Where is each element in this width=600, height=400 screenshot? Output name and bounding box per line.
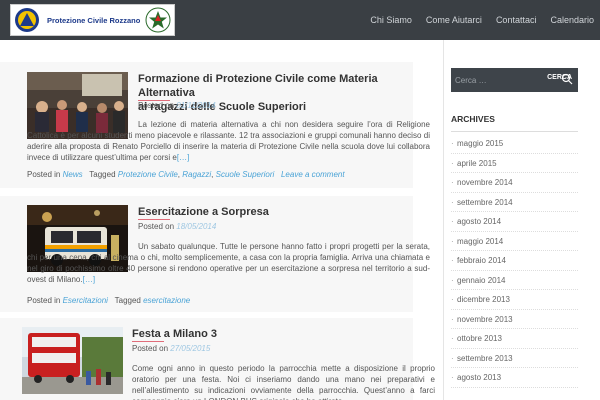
archive-link[interactable]: settembre 2013 (451, 349, 578, 368)
search-icon[interactable] (561, 73, 573, 85)
nav-calendario[interactable]: Calendario (550, 15, 594, 25)
tag-link[interactable]: Protezione Civile (118, 170, 178, 179)
post-date[interactable]: 01/11/2014 (176, 101, 215, 110)
leave-comment-link[interactable]: Leave a comment (281, 170, 345, 179)
star-emblem-icon (144, 5, 172, 35)
post-date[interactable]: 27/05/2015 (170, 344, 210, 353)
archive-link[interactable]: aprile 2015 (451, 154, 578, 173)
posted-on-label: Posted on (138, 222, 175, 231)
archives-list: maggio 2015 aprile 2015 novembre 2014 se… (451, 134, 578, 388)
category-link[interactable]: Esercitazioni (63, 296, 108, 305)
post-thumbnail-bus[interactable] (22, 327, 123, 394)
site-logo[interactable]: Protezione Civile Rozzano (10, 4, 175, 36)
post-meta: Posted in News Tagged Protezione Civile,… (27, 170, 345, 179)
site-header: Protezione Civile Rozzano Chi Siamo Come… (0, 0, 600, 40)
post-excerpt: La lezione di materia alternativa a chi … (27, 119, 430, 163)
posted-in-label: Posted in (27, 296, 61, 305)
archive-link[interactable]: settembre 2014 (451, 193, 578, 212)
posted-on-label: Posted on (132, 344, 169, 353)
title-underline (138, 219, 170, 220)
archive-link[interactable]: novembre 2014 (451, 173, 578, 193)
archive-link[interactable]: febbraio 2014 (451, 251, 578, 271)
tag-link[interactable]: esercitazione (143, 296, 190, 305)
nav-come-aiutarci[interactable]: Come Aiutarci (426, 15, 482, 25)
post-excerpt: Un sabato qualunque. Tutte le persone ha… (27, 241, 430, 285)
archives-heading: ARCHIVES (451, 114, 495, 124)
posted-in-label: Posted in (27, 170, 61, 179)
search-input[interactable] (451, 68, 551, 92)
post-meta: Posted in Esercitazioni Tagged esercitaz… (27, 296, 190, 305)
search-form: CERCA (451, 68, 578, 92)
category-link[interactable]: News (63, 170, 83, 179)
nav-contattaci[interactable]: Contattaci (496, 15, 537, 25)
post-title[interactable]: Esercitazione a Sorpresa (138, 205, 434, 219)
tagged-label: Tagged (89, 170, 116, 179)
archive-link[interactable]: ottobre 2013 (451, 329, 578, 349)
archive-link[interactable]: novembre 2013 (451, 310, 578, 329)
title-underline (132, 341, 164, 342)
tag-link[interactable]: Ragazzi (182, 170, 211, 179)
post-title[interactable]: Festa a Milano 3 (132, 327, 428, 341)
logo-text: Protezione Civile Rozzano (47, 15, 141, 25)
civil-protection-emblem-icon (11, 5, 43, 35)
read-more-link[interactable]: […] (83, 275, 95, 284)
archive-link[interactable]: gennaio 2014 (451, 271, 578, 290)
archive-link[interactable]: maggio 2015 (451, 134, 578, 154)
excerpt-text: Come ogni anno in questo periodo la parr… (132, 364, 435, 400)
post-date[interactable]: 18/05/2014 (176, 222, 216, 231)
archive-link[interactable]: agosto 2014 (451, 212, 578, 232)
archive-link[interactable]: dicembre 2013 (451, 290, 578, 310)
post-date-line: Posted on 27/05/2015 (132, 344, 210, 353)
excerpt-text: La lezione di materia alternativa a chi … (27, 120, 430, 162)
post-title-line-1: Formazione di Protezione Civile come Mat… (138, 73, 378, 99)
post-date-line: Posted on 01/11/2014 (138, 101, 216, 110)
archive-link[interactable]: agosto 2013 (451, 368, 578, 388)
tag-link[interactable]: Scuole Superiori (216, 170, 275, 179)
read-more-link[interactable]: […] (177, 153, 189, 162)
post-date-line: Posted on 18/05/2014 (138, 222, 216, 231)
nav-chi-siamo[interactable]: Chi Siamo (370, 15, 412, 25)
post-excerpt: Come ogni anno in questo periodo la parr… (132, 363, 435, 400)
archives-divider (451, 131, 578, 132)
sidebar-divider (443, 40, 444, 400)
main-nav: Chi Siamo Come Aiutarci Contattaci Calen… (356, 0, 594, 40)
tagged-label: Tagged (114, 296, 141, 305)
archive-link[interactable]: maggio 2014 (451, 232, 578, 251)
posted-on-label: Posted on (138, 101, 175, 110)
